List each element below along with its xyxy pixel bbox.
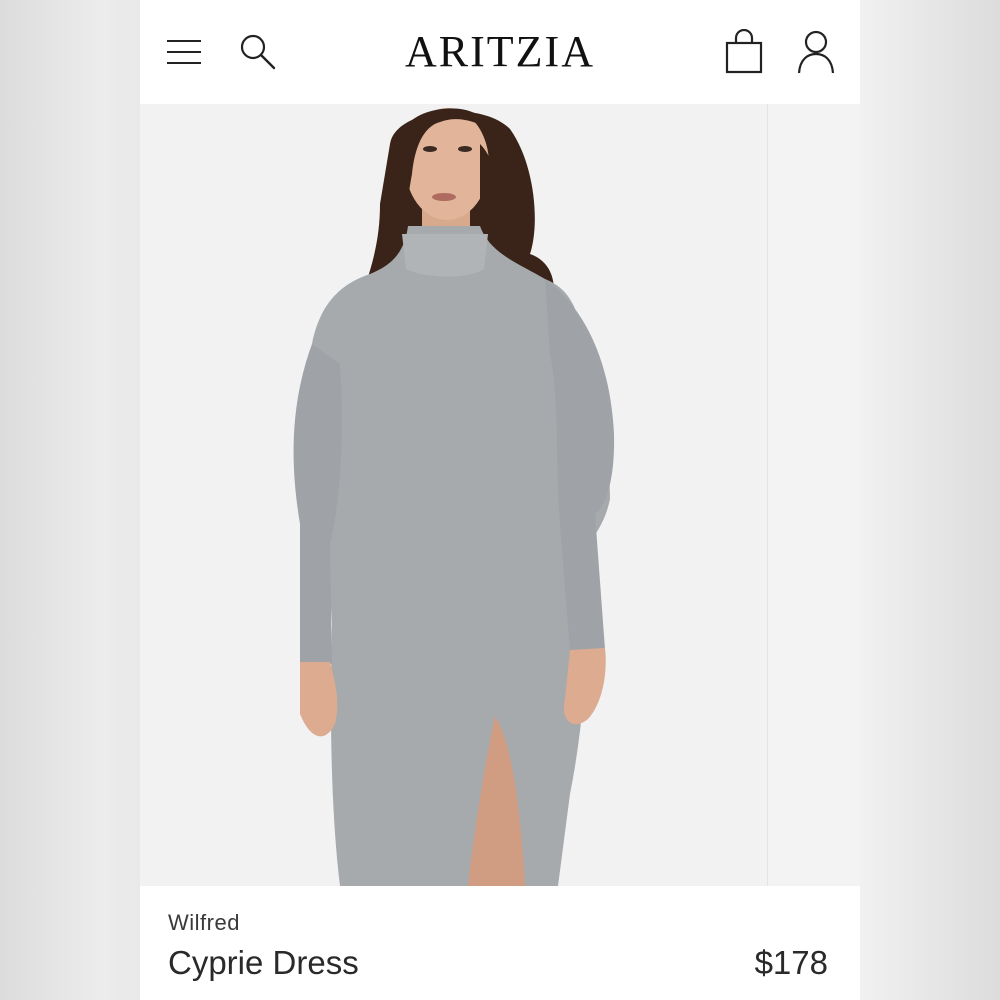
- account-icon: [797, 30, 835, 74]
- model-figure: [293, 108, 615, 886]
- shopping-bag-button[interactable]: [722, 28, 766, 76]
- account-button[interactable]: [794, 28, 838, 76]
- product-image[interactable]: [140, 104, 860, 886]
- product-title[interactable]: Cyprie Dress: [168, 944, 359, 982]
- product-price: $178: [754, 944, 828, 981]
- product-brand[interactable]: Wilfred: [168, 910, 240, 936]
- site-header: ARITZIA: [140, 0, 860, 104]
- product-info: Wilfred Cyprie Dress $178: [140, 886, 860, 1000]
- app-screen: ARITZIA Wilfred Cyprie Dress $178: [140, 0, 860, 1000]
- shopping-bag-icon: [725, 29, 763, 74]
